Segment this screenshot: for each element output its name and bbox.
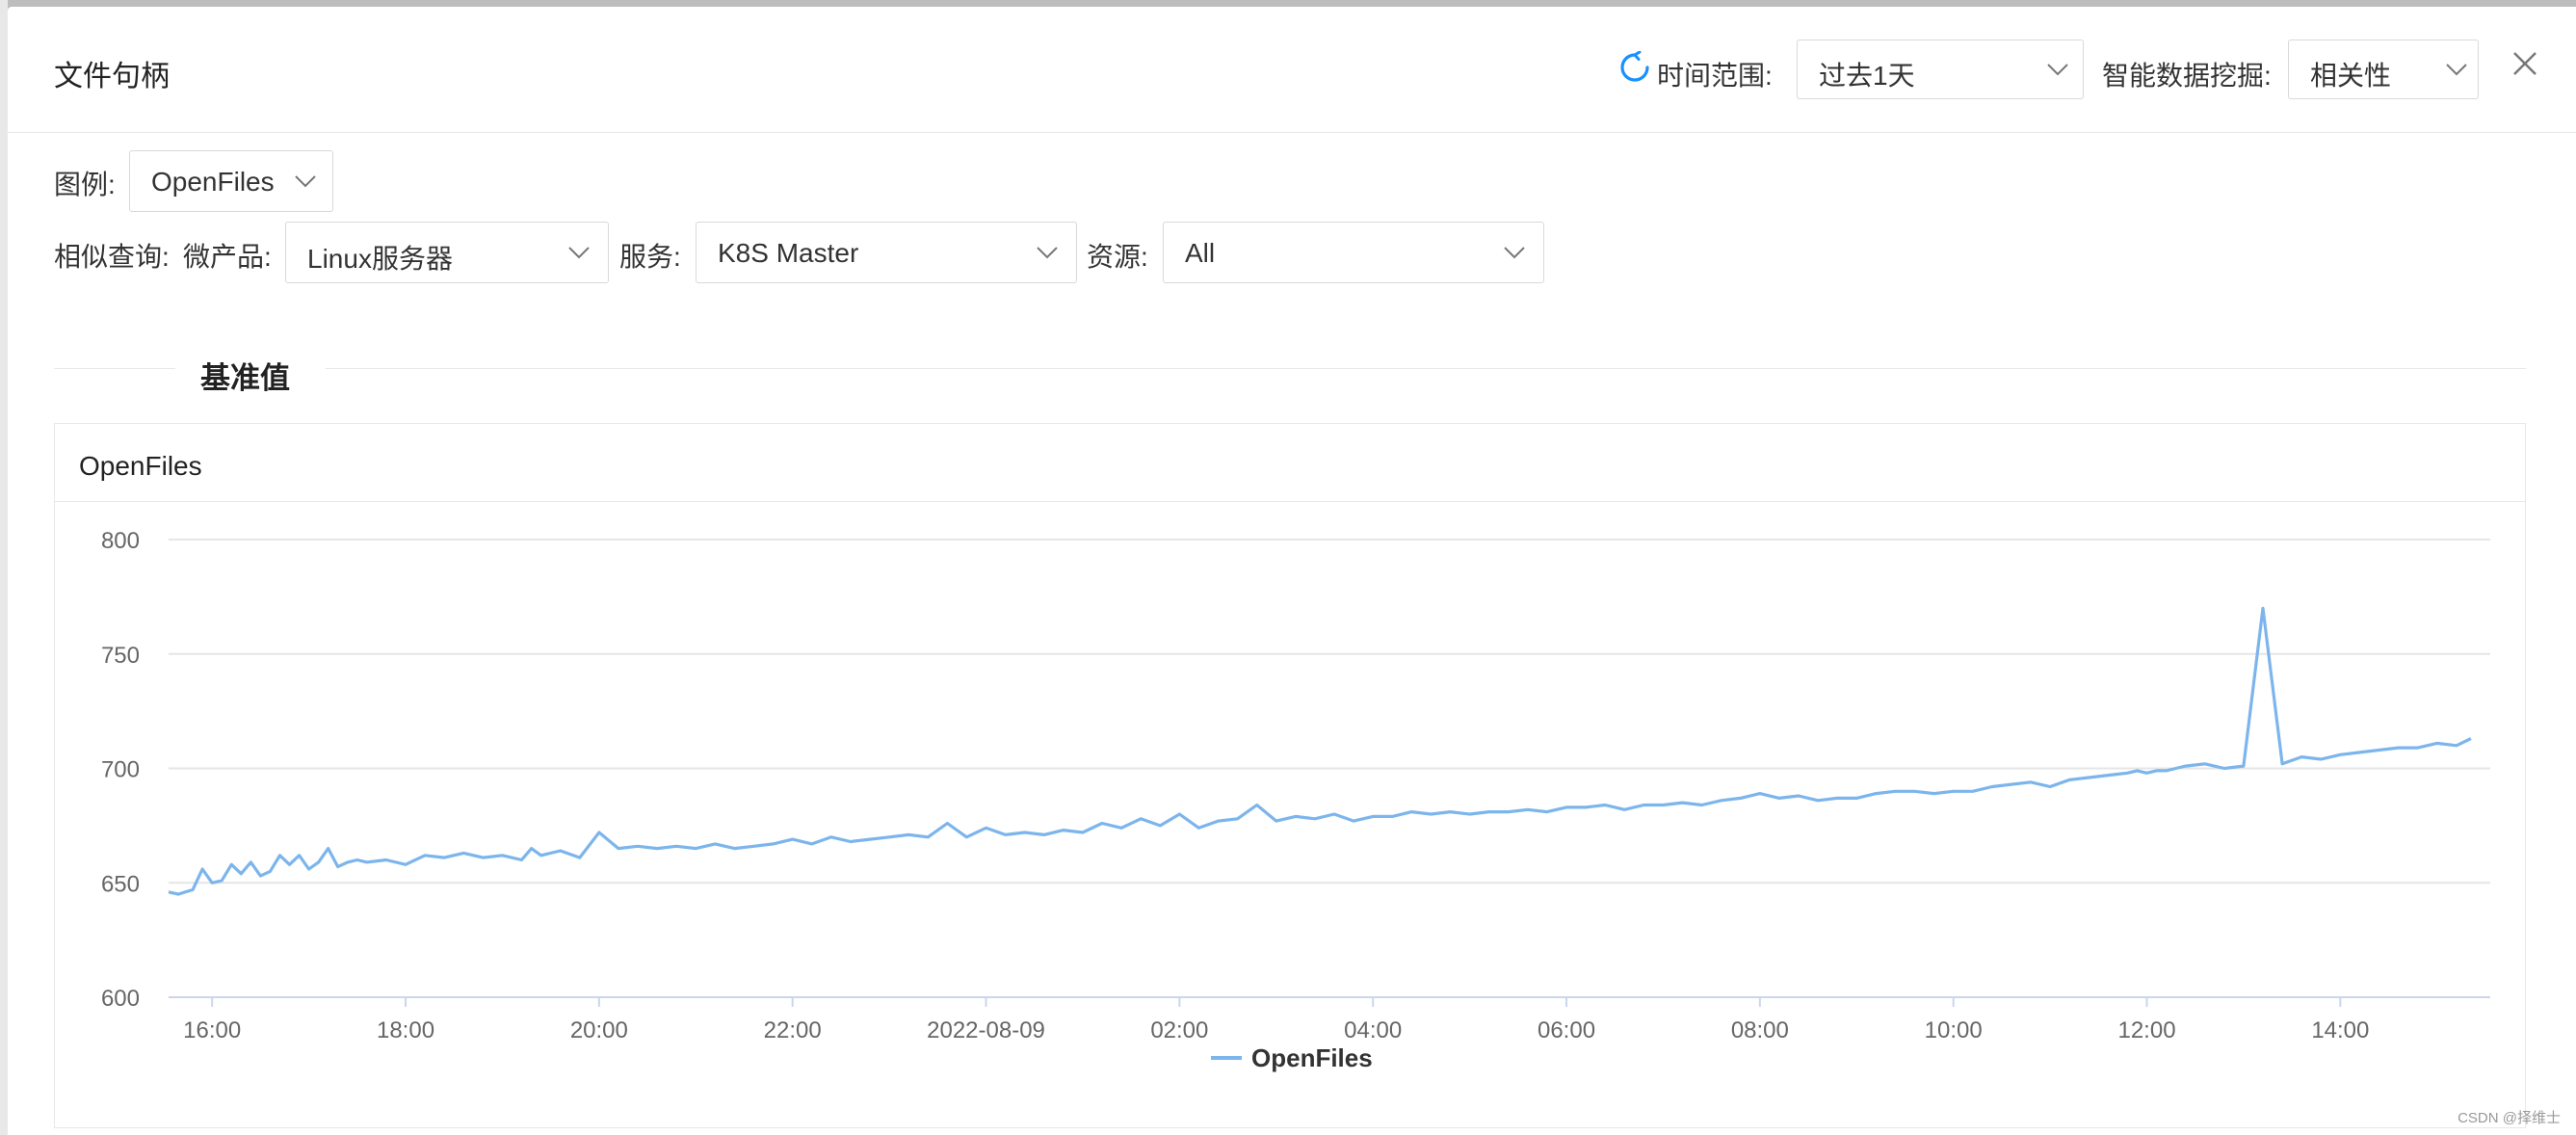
x-tick-label: 20:00 xyxy=(570,1017,628,1043)
chart-card: OpenFiles 600 650 700 750 800 16:00 18:00 20:00… xyxy=(54,423,2526,1128)
y-tick-label: 800 xyxy=(101,528,140,554)
similar-query-label: 相似查询: xyxy=(54,242,170,272)
x-tick-label: 2022-08-09 xyxy=(927,1017,1045,1043)
y-tick-label: 650 xyxy=(101,871,140,897)
x-tick-label: 08:00 xyxy=(1731,1017,1789,1043)
y-tick-label: 600 xyxy=(101,986,140,1012)
service-value: K8S Master xyxy=(718,238,859,268)
time-range-value: 过去1天 xyxy=(1819,61,1915,91)
resource-value: All xyxy=(1185,238,1216,268)
x-tick-label: 14:00 xyxy=(2311,1017,2369,1043)
dialog-title: 文件句柄 xyxy=(54,61,170,92)
close-icon[interactable] xyxy=(2510,49,2539,78)
y-tick-label: 750 xyxy=(101,643,140,669)
refresh-icon[interactable] xyxy=(1618,51,1651,84)
mining-select[interactable]: 相关性 xyxy=(2288,40,2479,99)
section-divider-left xyxy=(54,368,175,369)
mining-label: 智能数据挖掘: xyxy=(2102,61,2272,91)
dialog-header: 文件句柄 时间范围: 过去1天 智能数据挖掘: 相关性 xyxy=(8,7,2576,133)
product-label: 微产品: xyxy=(183,242,272,272)
mining-value: 相关性 xyxy=(2310,61,2392,91)
product-value: Linux服务器 xyxy=(307,244,453,274)
chart-card-title: OpenFiles xyxy=(79,451,202,481)
x-tick-label: 22:00 xyxy=(764,1017,822,1043)
chevron-down-icon xyxy=(1504,247,1525,259)
x-tick-label: 04:00 xyxy=(1344,1017,1402,1043)
x-tick-label: 18:00 xyxy=(377,1017,434,1043)
x-tick-label: 16:00 xyxy=(183,1017,241,1043)
time-range-label: 时间范围: xyxy=(1657,61,1773,91)
legend-label: 图例: xyxy=(54,170,116,199)
resource-select[interactable]: All xyxy=(1163,222,1544,283)
y-tick-label: 700 xyxy=(101,757,140,783)
chevron-down-icon xyxy=(1037,247,1058,259)
openfiles-line-chart: 600 650 700 750 800 16:00 18:00 20:00 22:00 2022-… xyxy=(101,528,2490,1072)
time-range-select[interactable]: 过去1天 xyxy=(1797,40,2084,99)
chart-card-header: OpenFiles xyxy=(55,424,2525,502)
section-divider-right xyxy=(326,368,2526,369)
legend-value: OpenFiles xyxy=(151,167,275,197)
resource-label: 资源: xyxy=(1087,242,1148,272)
legend-select[interactable]: OpenFiles xyxy=(129,150,333,212)
x-tick-label: 06:00 xyxy=(1538,1017,1595,1043)
background-page-edge xyxy=(0,0,8,1135)
service-label: 服务: xyxy=(619,242,681,272)
chevron-down-icon xyxy=(2446,64,2467,76)
product-select[interactable]: Linux服务器 xyxy=(285,222,609,283)
chevron-down-icon xyxy=(568,247,590,259)
series-line-openfiles xyxy=(168,606,2472,896)
legend-item-openfiles[interactable]: OpenFiles xyxy=(1251,1043,1373,1072)
file-handle-dialog: 文件句柄 时间范围: 过去1天 智能数据挖掘: 相关性 图例: OpenFile… xyxy=(8,7,2576,1135)
x-tick-label: 12:00 xyxy=(2117,1017,2175,1043)
chevron-down-icon xyxy=(2047,64,2068,76)
chevron-down-icon xyxy=(295,175,316,188)
watermark: CSDN @择维士 xyxy=(2458,1110,2561,1126)
x-tick-label: 10:00 xyxy=(1925,1017,1983,1043)
x-tick-label: 02:00 xyxy=(1150,1017,1208,1043)
section-title: 基准值 xyxy=(200,361,290,395)
service-select[interactable]: K8S Master xyxy=(696,222,1077,283)
